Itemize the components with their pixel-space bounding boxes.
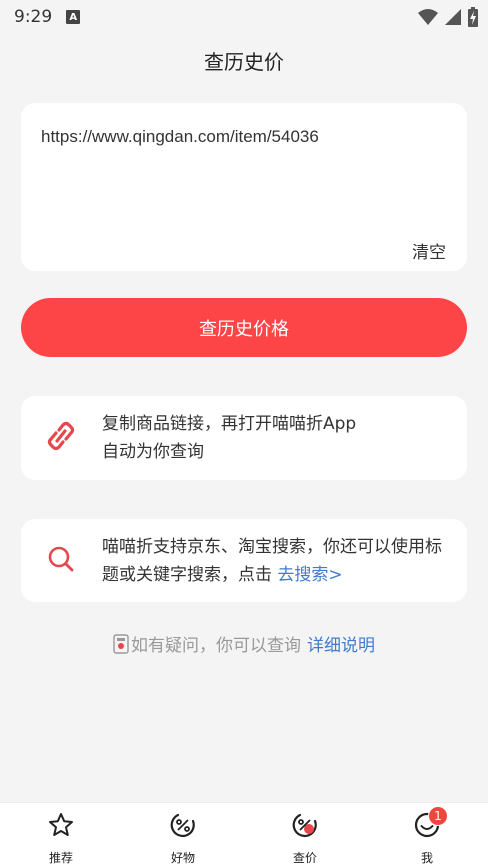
price-check-icon <box>291 811 319 843</box>
query-history-price-button[interactable]: 查历史价格 <box>21 298 467 357</box>
tip-search-body: 喵喵折支持京东、淘宝搜索，你还可以使用标题或关键字搜索，点击 <box>102 536 442 585</box>
help-line: 如有疑问，你可以查询 详细说明 <box>0 631 488 656</box>
tab-label: 查价 <box>292 851 317 865</box>
go-search-link[interactable]: 去搜索> <box>277 565 342 585</box>
tab-recommend[interactable]: 推荐 <box>0 803 122 867</box>
star-icon <box>47 811 75 843</box>
help-text: 如有疑问，你可以查询 <box>131 636 301 656</box>
tip-search-text: 喵喵折支持京东、淘宝搜索，你还可以使用标题或关键字搜索，点击 去搜索> <box>102 533 452 589</box>
tip-copy-text: 复制商品链接，再打开喵喵折App 自动为你查询 <box>102 410 452 466</box>
tip-copy-line1: 复制商品链接，再打开喵喵折App <box>102 414 357 434</box>
clear-button[interactable]: 清空 <box>412 238 446 263</box>
link-icon <box>47 421 75 455</box>
url-input-card[interactable]: https://www.qingdan.com/item/54036 清空 <box>21 103 467 271</box>
status-icons <box>418 7 478 27</box>
status-time: 9:29 <box>14 7 53 27</box>
tab-goods[interactable]: 好物 <box>122 803 244 867</box>
url-input[interactable]: https://www.qingdan.com/item/54036 <box>41 127 319 147</box>
tab-label: 推荐 <box>48 851 73 865</box>
status-bar: 9:29 A <box>0 0 488 34</box>
notification-badge: 1 <box>428 806 448 826</box>
signal-icon <box>445 9 461 25</box>
wifi-icon <box>418 9 438 25</box>
tab-price-check[interactable]: 查价 <box>244 803 366 867</box>
battery-icon <box>468 7 478 27</box>
tip-card-copy-link: 复制商品链接，再打开喵喵折App 自动为你查询 <box>21 396 467 480</box>
tab-label: 好物 <box>170 851 195 865</box>
document-icon <box>113 633 129 654</box>
tab-label: 我 <box>420 851 433 865</box>
search-icon <box>47 545 75 577</box>
bottom-tab-bar: 推荐 好物 查价 1 我 <box>0 802 488 867</box>
notification-a-icon: A <box>66 10 81 24</box>
page-title: 查历史价 <box>204 50 284 74</box>
tab-me[interactable]: 1 我 <box>366 803 488 867</box>
discount-icon <box>169 811 197 843</box>
tip-copy-line2: 自动为你查询 <box>102 442 204 462</box>
tip-card-search: 喵喵折支持京东、淘宝搜索，你还可以使用标题或关键字搜索，点击 去搜索> <box>21 519 467 602</box>
detail-link[interactable]: 详细说明 <box>307 631 375 656</box>
